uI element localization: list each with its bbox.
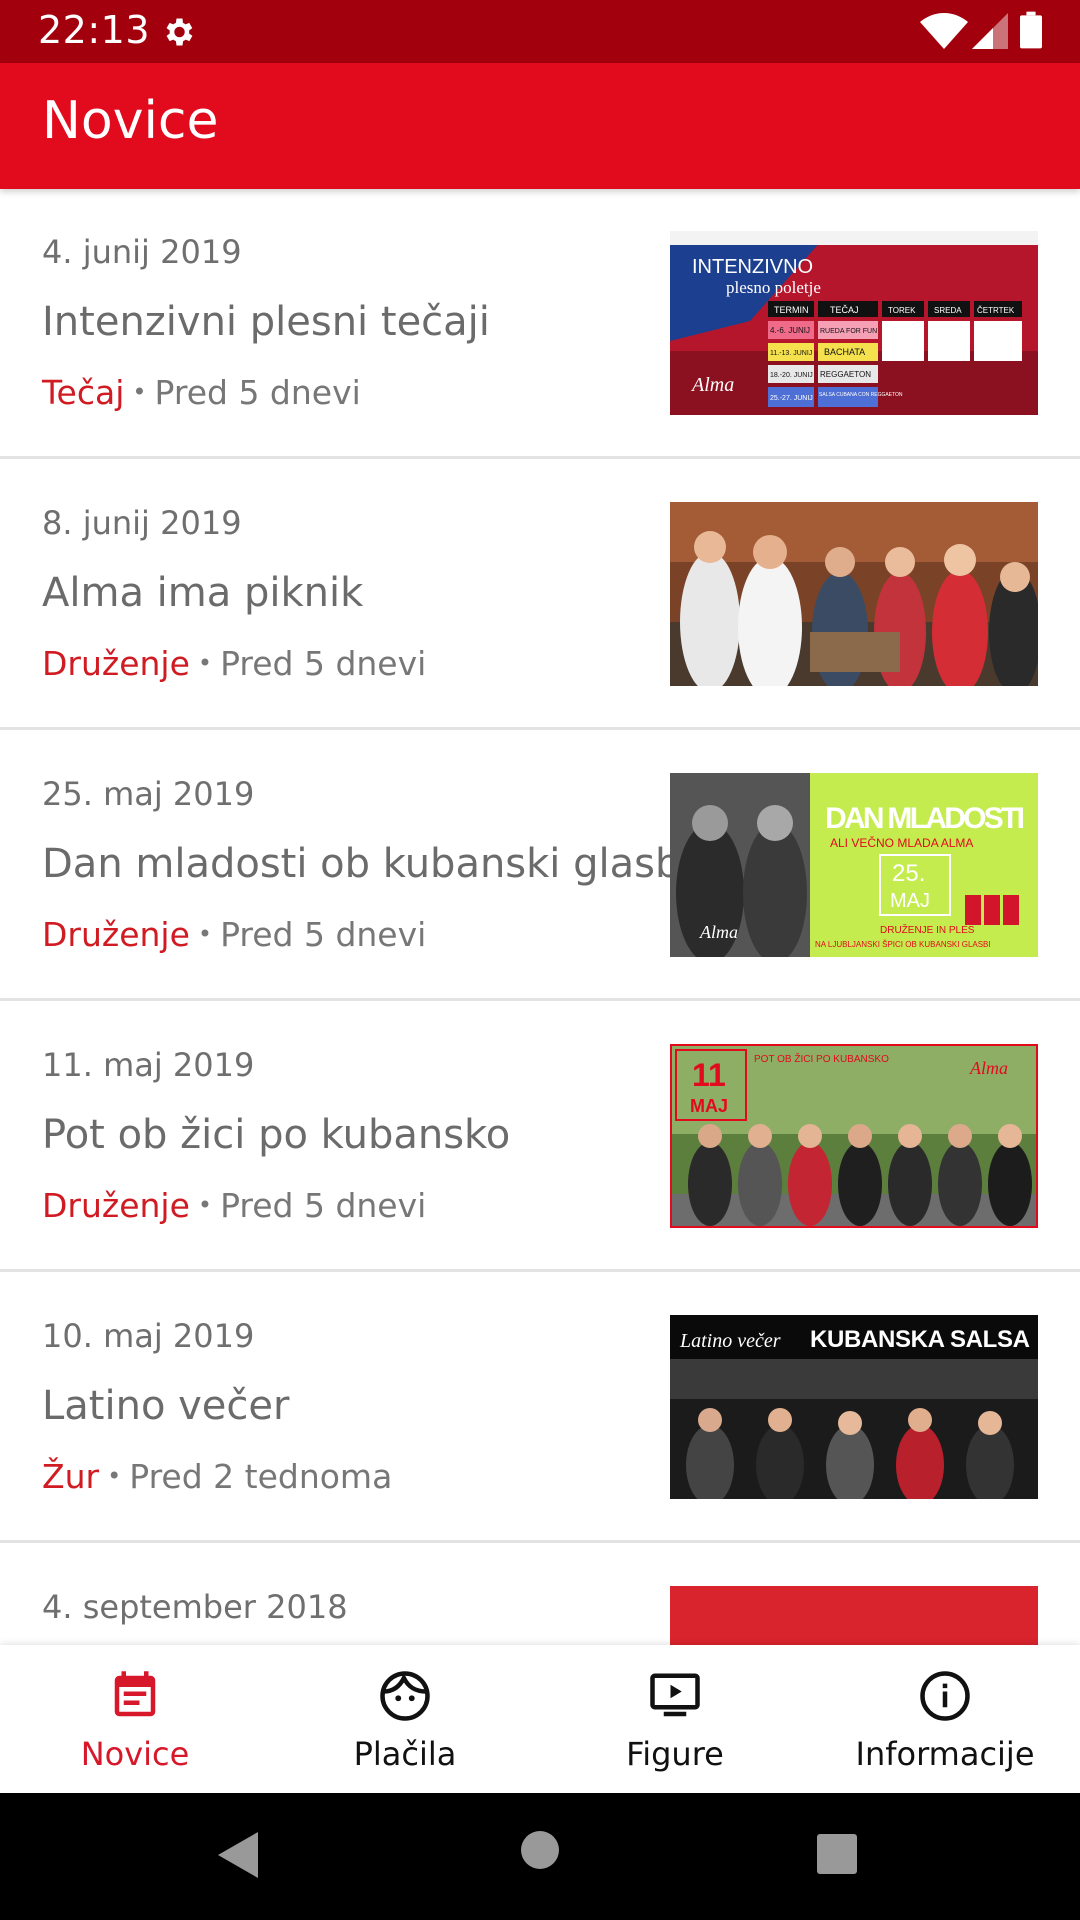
news-list[interactable]: 4. junij 2019 Intenzivni plesni tečaji T… [0,189,1080,1645]
news-title: Pot ob žici po kubansko [42,1112,511,1158]
thumb-text: KUBANSKA SALSA [810,1326,1030,1353]
thumb-text: 11.-13. JUNIJ [770,350,812,357]
news-meta: Žur • Pred 2 tednoma [42,1457,392,1496]
gear-icon [166,18,193,46]
thumb-text: 11 [692,1057,726,1093]
news-thumbnail [670,502,1038,686]
thumb-text: NA LJUBLJANSKI ŠPICI OB KUBANSKI GLASBI [815,940,991,949]
thumb-text: 25.-27. JUNIJ [770,395,813,402]
thumb-text: 4.-6. JUNIJ [770,326,810,335]
news-thumbnail [670,1586,1038,1645]
news-thumbnail: 11 MAJ POT OB ŽICI PO KUBANSKO Alma [670,1044,1038,1228]
app-bar: Novice [0,63,1080,189]
thumb-text: REGGAETON [820,370,871,379]
thumb-text: RUEDA FOR FUN [820,328,877,335]
news-age: Pred 2 tednoma [129,1457,393,1496]
news-meta: Tečaj • Pred 5 dnevi [42,373,361,412]
thumb-text: DAN MLADOSTI [825,802,1025,835]
news-thumbnail: Latino večer KUBANSKA SALSA [670,1315,1038,1499]
thumb-text: SREDA [934,306,962,315]
back-icon[interactable] [216,1830,260,1880]
signal-icon [972,13,1008,49]
thumb-text: SALSA CUBANA CON REGGAETON [819,392,903,398]
news-category: Druženje [42,1186,190,1225]
news-meta: Druženje • Pred 5 dnevi [42,1186,426,1225]
thumb-text: Alma [969,1058,1008,1078]
separator-dot: • [107,1462,122,1490]
news-item[interactable]: 4. junij 2019 Intenzivni plesni tečaji T… [0,189,1080,459]
news-meta: Druženje • Pred 5 dnevi [42,915,426,954]
thumb-text: ALI VEČNO MLADA ALMA [830,835,973,850]
info-icon [920,1671,970,1721]
news-date: 25. maj 2019 [42,775,255,813]
news-item[interactable]: 11. maj 2019 Pot ob žici po kubansko Dru… [0,1002,1080,1272]
thumb-text: POT OB ŽICI PO KUBANSKO [754,1052,889,1065]
news-category: Žur [42,1457,100,1496]
nav-tab-placila[interactable]: Plačila [270,1645,540,1793]
news-title: Alma ima piknik [42,570,364,616]
thumb-text: Alma [699,922,738,942]
thumb-text: INTENZIVNO [692,256,813,278]
thumb-text: plesno poletje [726,278,821,297]
calendar-icon [114,1671,156,1717]
status-bar: 22:13 [0,0,1080,63]
news-category: Tečaj [42,373,125,412]
wifi-icon [920,13,968,49]
system-navigation-bar [0,1793,1080,1920]
news-age: Pred 5 dnevi [220,644,427,683]
news-date: 4. junij 2019 [42,233,242,271]
thumb-text: MAJ [690,1096,728,1116]
news-thumbnail: INTENZIVNO plesno poletje TERMIN TEČAJ T… [670,231,1038,415]
thumb-text: ČETRTEK [977,306,1015,315]
nav-tab-novice[interactable]: Novice [0,1645,270,1793]
nav-tab-informacije[interactable]: Informacije [810,1645,1080,1793]
separator-dot: • [197,649,213,677]
news-title: Latino večer [42,1383,290,1429]
news-date: 10. maj 2019 [42,1317,255,1355]
thumb-text: Latino večer [679,1330,781,1352]
thumb-text: 18.-20. JUNIJ [770,372,813,379]
nav-label: Informacije [855,1735,1035,1773]
news-item[interactable]: 10. maj 2019 Latino večer Žur • Pred 2 ted… [0,1273,1080,1543]
news-item[interactable]: 8. junij 2019 Alma ima piknik Druženje • P… [0,460,1080,730]
news-age: Pred 5 dnevi [220,1186,427,1225]
thumb-text: MAJ [890,890,930,912]
thumb-text: TERMIN [774,305,809,315]
home-icon[interactable] [520,1830,560,1870]
battery-icon [1020,11,1042,49]
news-item[interactable]: 25. maj 2019 Dan mladosti ob kubanski gl… [0,731,1080,1001]
nav-label: Plačila [353,1735,457,1773]
page-title: Novice [42,91,219,151]
thumb-text: TOREK [888,306,916,315]
news-category: Druženje [42,915,190,954]
news-title: Intenzivni plesni tečaji [42,299,490,345]
thumb-text: Alma [690,374,734,396]
news-age: Pred 5 dnevi [154,373,361,412]
news-date: 8. junij 2019 [42,504,242,542]
recents-icon[interactable] [816,1833,858,1875]
face-icon [380,1671,430,1721]
separator-dot: • [132,378,147,406]
news-date: 4. september 2018 [42,1588,348,1626]
nav-tab-figure[interactable]: Figure [540,1645,810,1793]
news-age: Pred 5 dnevi [220,915,427,954]
news-thumbnail: DAN MLADOSTI ALI VEČNO MLADA ALMA 25. MA… [670,773,1038,957]
news-category: Druženje [42,644,190,683]
status-time: 22:13 [38,8,151,52]
thumb-text: DRUŽENJE IN PLES [880,923,975,936]
news-item[interactable]: 4. september 2018 [0,1544,1080,1645]
news-meta: Druženje • Pred 5 dnevi [42,644,426,683]
thumb-text: TEČAJ [830,305,859,315]
nav-label: Novice [80,1735,190,1773]
separator-dot: • [197,920,213,948]
nav-label: Figure [626,1735,724,1773]
separator-dot: • [197,1191,213,1219]
bottom-navigation: Novice Plačila Figure Informacije [0,1645,1080,1793]
video-icon [650,1673,700,1717]
news-date: 11. maj 2019 [42,1046,255,1084]
thumb-text: 25. [892,860,925,887]
news-title: Dan mladosti ob kubanski glasbi [42,841,692,887]
thumb-text: BACHATA [824,347,865,357]
